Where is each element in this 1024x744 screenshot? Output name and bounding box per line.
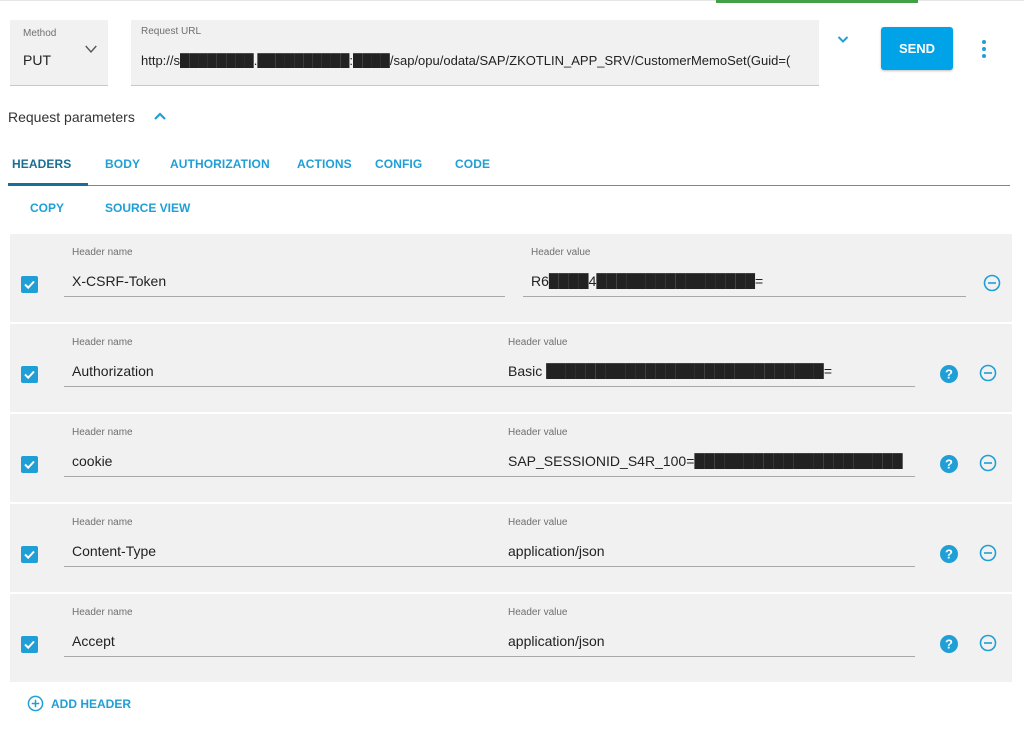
checkbox-checked-icon[interactable] [21, 636, 38, 653]
header-row: Header name Authorization Header value B… [10, 324, 1012, 412]
method-label: Method [23, 28, 57, 39]
header-name-field[interactable]: Header name cookie [64, 414, 505, 477]
source-view-button[interactable]: SOURCE VIEW [105, 201, 190, 215]
request-url-label: Request URL [141, 26, 202, 37]
header-name-label: Header name [72, 247, 133, 258]
tab-actions[interactable]: ACTIONS [297, 157, 352, 171]
checkbox-checked-icon[interactable] [21, 366, 38, 383]
svg-text:?: ? [945, 367, 953, 382]
copy-button[interactable]: COPY [30, 201, 64, 215]
tab-headers[interactable]: HEADERS [12, 157, 71, 171]
header-name-label: Header name [72, 607, 133, 618]
header-value-value[interactable]: R6████4████████████████= [531, 273, 763, 289]
header-name-value[interactable]: Accept [72, 633, 115, 649]
header-name-field[interactable]: Header name X-CSRF-Token [64, 234, 505, 297]
request-url-value[interactable]: http://s████████.██████████:████/sap/opu… [141, 53, 816, 68]
header-value-label: Header value [531, 247, 591, 258]
request-url-field[interactable]: Request URL http://s████████.██████████:… [131, 20, 819, 86]
tab-code[interactable]: CODE [455, 157, 490, 171]
method-value: PUT [23, 52, 51, 68]
header-value-label: Header value [508, 517, 568, 528]
remove-circle-icon[interactable] [983, 274, 1001, 292]
chevron-down-icon[interactable] [82, 40, 100, 58]
header-name-field[interactable]: Header name Authorization [64, 324, 505, 387]
header-name-value[interactable]: X-CSRF-Token [72, 273, 166, 289]
request-tabs: HEADERS BODY AUTHORIZATION ACTIONS CONFI… [8, 150, 1010, 186]
svg-text:?: ? [945, 547, 953, 562]
add-circle-icon [27, 695, 44, 712]
remove-circle-icon[interactable] [979, 634, 997, 652]
header-row: Header name Accept Header value applicat… [10, 594, 1012, 682]
header-row: Header name X-CSRF-Token Header value R6… [10, 234, 1012, 322]
svg-text:?: ? [945, 457, 953, 472]
remove-circle-icon[interactable] [979, 454, 997, 472]
header-value-value[interactable]: SAP_SESSIONID_S4R_100=██████████████████… [508, 453, 903, 469]
header-name-value[interactable]: cookie [72, 453, 112, 469]
send-button[interactable]: SEND [881, 27, 953, 70]
top-active-indicator [716, 0, 918, 3]
header-value-value[interactable]: Basic ████████████████████████████= [508, 363, 832, 379]
checkbox-checked-icon[interactable] [21, 546, 38, 563]
header-value-field[interactable]: Header value R6████4████████████████= [523, 234, 966, 297]
header-name-value[interactable]: Authorization [72, 363, 154, 379]
tab-body[interactable]: BODY [105, 157, 140, 171]
remove-circle-icon[interactable] [979, 544, 997, 562]
add-header-button[interactable]: ADD HEADER [27, 695, 131, 712]
add-header-label: ADD HEADER [51, 696, 132, 711]
request-parameters-title: Request parameters [8, 109, 135, 125]
header-name-field[interactable]: Header name Accept [64, 594, 505, 657]
header-value-field[interactable]: Header value application/json [500, 504, 915, 567]
header-value-label: Header value [508, 607, 568, 618]
header-value-field[interactable]: Header value SAP_SESSIONID_S4R_100=█████… [500, 414, 915, 477]
header-value-field[interactable]: Header value Basic █████████████████████… [500, 324, 915, 387]
header-row: Header name Content-Type Header value ap… [10, 504, 1012, 592]
header-name-field[interactable]: Header name Content-Type [64, 504, 505, 567]
remove-circle-icon[interactable] [979, 364, 997, 382]
header-row: Header name cookie Header value SAP_SESS… [10, 414, 1012, 502]
expand-more-icon[interactable] [834, 33, 852, 47]
tab-config[interactable]: CONFIG [375, 157, 422, 171]
svg-text:?: ? [945, 637, 953, 652]
tab-authorization[interactable]: AUTHORIZATION [170, 157, 270, 171]
header-name-label: Header name [72, 517, 133, 528]
help-icon[interactable]: ? [940, 365, 958, 383]
header-value-label: Header value [508, 337, 568, 348]
header-value-label: Header value [508, 427, 568, 438]
header-value-field[interactable]: Header value application/json [500, 594, 915, 657]
active-tab-indicator [8, 183, 88, 186]
checkbox-checked-icon[interactable] [21, 456, 38, 473]
more-vert-icon[interactable] [976, 39, 992, 59]
checkbox-checked-icon[interactable] [21, 276, 38, 293]
chevron-up-icon[interactable] [152, 109, 168, 123]
header-value-value[interactable]: application/json [508, 543, 605, 559]
help-icon[interactable]: ? [940, 545, 958, 563]
method-select[interactable]: Method PUT [10, 20, 108, 86]
help-icon[interactable]: ? [940, 455, 958, 473]
help-icon[interactable]: ? [940, 635, 958, 653]
header-name-value[interactable]: Content-Type [72, 543, 156, 559]
header-value-value[interactable]: application/json [508, 633, 605, 649]
header-name-label: Header name [72, 337, 133, 348]
header-name-label: Header name [72, 427, 133, 438]
